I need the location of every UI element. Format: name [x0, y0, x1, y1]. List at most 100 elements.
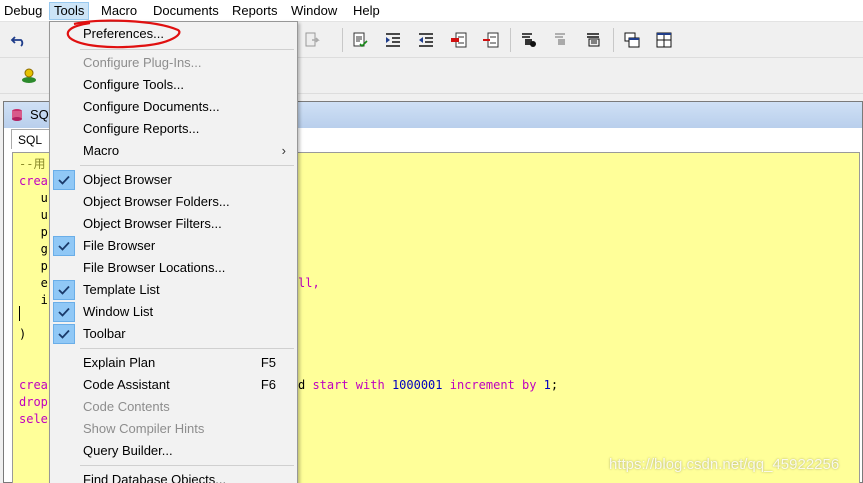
checkmark-icon — [53, 324, 75, 344]
code-line: p — [19, 259, 48, 273]
menu-item-macro[interactable]: Macro › — [52, 140, 296, 162]
code-token: increment by — [442, 378, 544, 392]
checkmark-icon — [53, 170, 75, 190]
debug-watch-icon — [587, 33, 600, 47]
checkmark-icon — [53, 280, 75, 300]
menu-item-file-browser[interactable]: File Browser — [52, 235, 296, 257]
connect-button[interactable] — [17, 64, 41, 88]
menu-item-toolbar[interactable]: Toolbar — [52, 323, 296, 345]
database-user-icon — [22, 68, 36, 83]
menu-separator — [80, 165, 294, 166]
menu-item-label: File Browser — [83, 238, 156, 253]
document-check-icon — [353, 32, 368, 48]
menu-item-configure-documents[interactable]: Configure Documents... — [52, 96, 296, 118]
menu-item-label: File Browser Locations... — [83, 260, 226, 275]
menu-item-label: Explain Plan — [83, 355, 156, 370]
code-line: g — [19, 242, 48, 256]
debug-watch-button[interactable] — [582, 28, 606, 52]
menu-item-template-list[interactable]: Template List — [52, 279, 296, 301]
shortcut-label: F6 — [260, 377, 276, 392]
run-button[interactable] — [300, 28, 324, 52]
code-line: crea — [19, 378, 48, 392]
checkmark-icon — [53, 302, 75, 322]
menu-debug[interactable]: Debug — [0, 2, 46, 20]
menu-window[interactable]: Window — [287, 2, 341, 20]
breakpoint-icon — [522, 33, 536, 47]
code-line: i — [19, 293, 48, 307]
toggle-breakpoint-button[interactable] — [517, 28, 541, 52]
code-token: start with — [312, 378, 392, 392]
sql-window-icon — [12, 109, 22, 121]
tile-windows-button[interactable] — [652, 28, 676, 52]
comment-icon — [451, 32, 467, 48]
menu-item-code-contents[interactable]: Code Contents — [52, 396, 296, 418]
code-line: e — [19, 276, 48, 290]
code-line: u — [19, 208, 48, 222]
undo-icon — [10, 36, 24, 47]
menu-item-find-database-objects[interactable]: Find Database Objects... — [52, 469, 296, 483]
menu-item-label: Code Contents — [83, 399, 170, 414]
debug-step-icon — [555, 33, 565, 45]
shortcut-label: F5 — [260, 355, 276, 370]
indent-icon — [386, 33, 400, 47]
toolbar-separator — [342, 28, 343, 52]
code-line: ) — [19, 327, 27, 341]
toolbar-separator — [510, 28, 511, 52]
menu-item-show-compiler-hints[interactable]: Show Compiler Hints — [52, 418, 296, 440]
code-token: d — [298, 378, 313, 392]
menu-item-label: Configure Plug-Ins... — [83, 55, 202, 70]
sql-window-title: SQ — [30, 107, 49, 122]
menu-help[interactable]: Help — [349, 2, 384, 20]
menu-item-file-browser-locations[interactable]: File Browser Locations... — [52, 257, 296, 279]
uncomment-icon — [483, 32, 499, 48]
code-fragment: ll, — [298, 276, 320, 290]
menu-item-configure-tools[interactable]: Configure Tools... — [52, 74, 296, 96]
code-token: 1000001 — [391, 378, 443, 392]
menu-item-code-assistant[interactable]: Code Assistant F6 — [52, 374, 296, 396]
menu-item-label: Query Builder... — [83, 443, 173, 458]
undo-button[interactable] — [7, 28, 31, 52]
tile-icon — [656, 32, 672, 48]
indent-button[interactable] — [381, 28, 405, 52]
menu-item-object-browser-folders[interactable]: Object Browser Folders... — [52, 191, 296, 213]
menu-item-label: Object Browser — [83, 172, 172, 187]
menu-item-window-list[interactable]: Window List — [52, 301, 296, 323]
menu-item-object-browser-filters[interactable]: Object Browser Filters... — [52, 213, 296, 235]
menu-item-label: Code Assistant — [83, 377, 170, 392]
toolbar-separator — [613, 28, 614, 52]
menu-item-configure-plugins[interactable]: Configure Plug-Ins... — [52, 52, 296, 74]
disabled-debug-button[interactable] — [550, 28, 574, 52]
menu-item-label: Toolbar — [83, 326, 126, 341]
text-caret — [19, 306, 20, 321]
menu-item-explain-plan[interactable]: Explain Plan F5 — [52, 352, 296, 374]
menu-item-object-browser[interactable]: Object Browser — [52, 169, 296, 191]
code-line: sele — [19, 412, 48, 426]
menu-separator — [80, 465, 294, 466]
window-list-button[interactable] — [620, 28, 644, 52]
menu-item-label: Configure Reports... — [83, 121, 200, 136]
menu-item-label: Object Browser Filters... — [83, 216, 222, 231]
comment-button[interactable] — [447, 28, 471, 52]
tab-sql[interactable]: SQL — [11, 129, 53, 149]
submenu-arrow-icon: › — [281, 143, 286, 158]
unindent-button[interactable] — [414, 28, 438, 52]
menu-item-label: Object Browser Folders... — [83, 194, 230, 209]
code-line: --用 — [19, 157, 46, 171]
checkmark-icon — [53, 236, 75, 256]
code-line: crea — [19, 174, 48, 188]
menu-item-label: Macro — [83, 143, 120, 158]
code-fragment: d start with 1000001 increment by 1; — [298, 377, 558, 394]
menu-item-label: Configure Tools... — [83, 77, 184, 92]
menu-separator — [80, 348, 294, 349]
menu-item-configure-reports[interactable]: Configure Reports... — [52, 118, 296, 140]
menu-item-label: Show Compiler Hints — [83, 421, 205, 436]
unindent-icon — [419, 33, 433, 47]
page-arrow-icon — [305, 32, 320, 47]
indent-check-button[interactable] — [348, 28, 372, 52]
code-line: drop — [19, 395, 48, 409]
menu-item-query-builder[interactable]: Query Builder... — [52, 440, 296, 462]
menu-item-label: Window List — [83, 304, 154, 319]
code-line: u — [19, 191, 48, 205]
menu-reports[interactable]: Reports — [228, 2, 282, 20]
uncomment-button[interactable] — [479, 28, 503, 52]
